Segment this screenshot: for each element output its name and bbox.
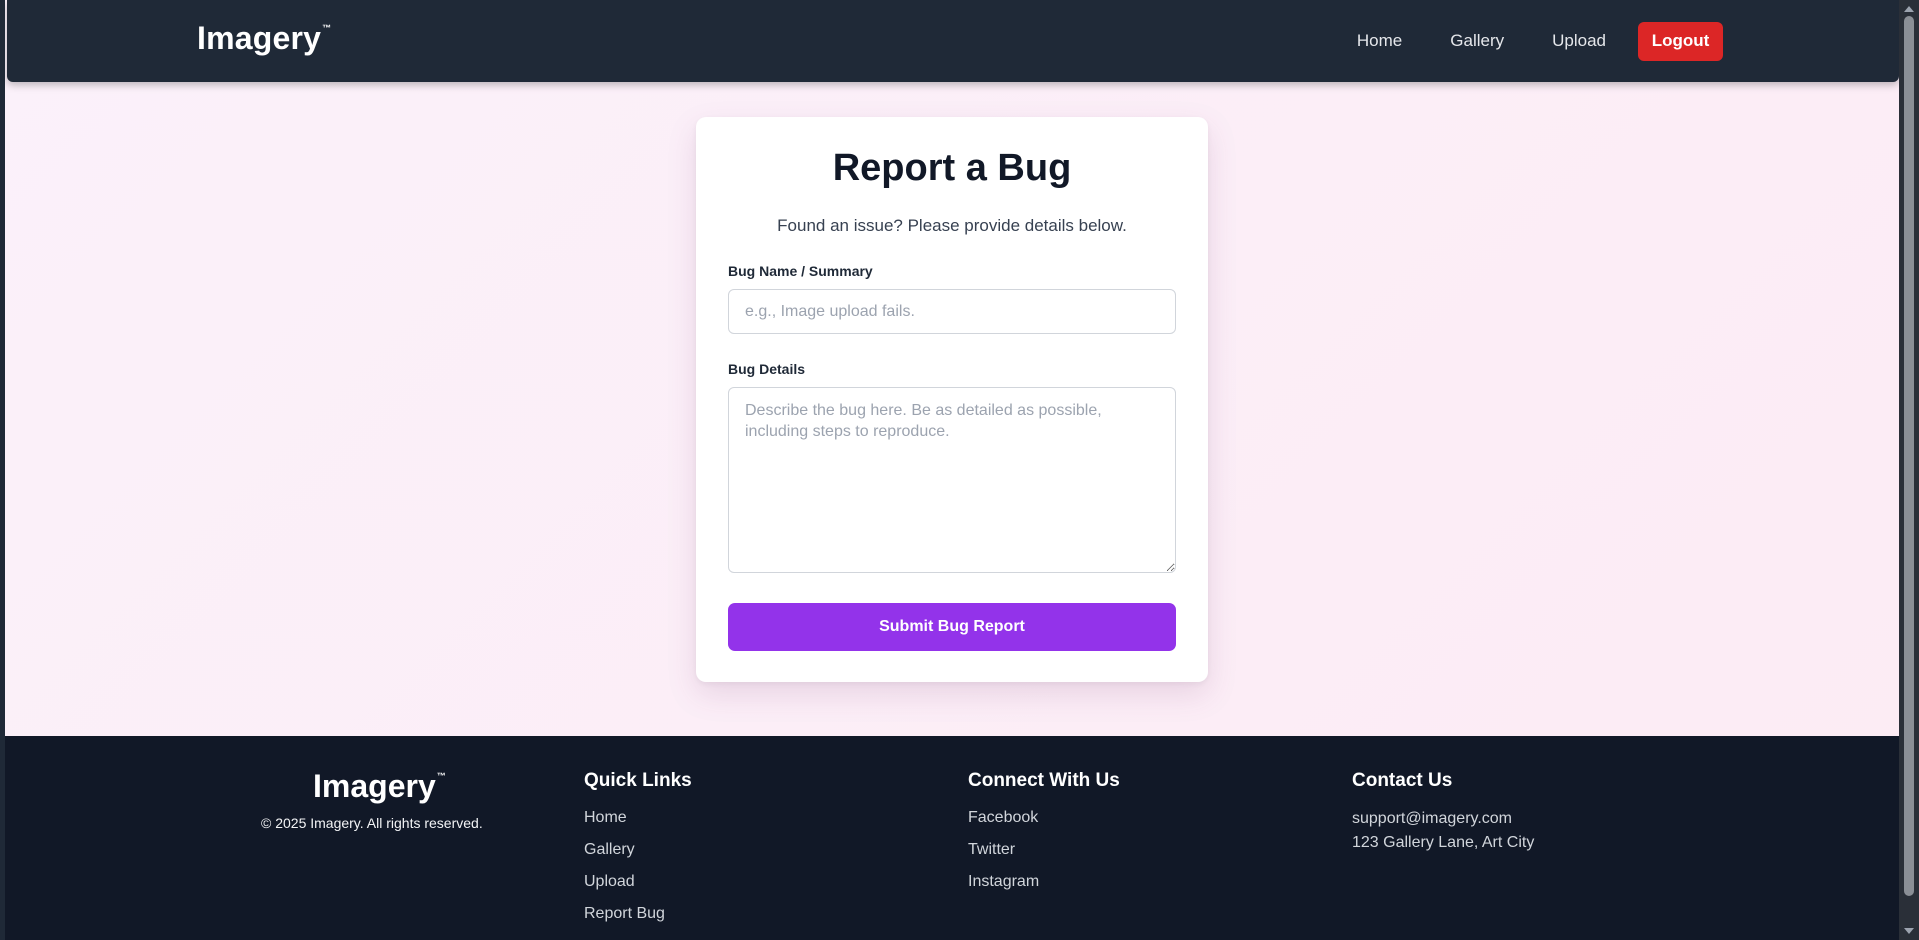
contact-heading: Contact Us: [1352, 770, 1453, 791]
footer-link-home[interactable]: Home: [584, 807, 692, 839]
footer-link-twitter[interactable]: Twitter: [968, 839, 1120, 871]
bug-details-textarea[interactable]: [728, 387, 1176, 573]
footer-link-gallery[interactable]: Gallery: [584, 839, 692, 871]
footer-brand-name: Imagery: [313, 768, 436, 804]
footer-link-report-bug[interactable]: Report Bug: [584, 903, 692, 935]
footer-brand-logo: Imagery™: [313, 768, 446, 805]
footer-quick-links: Quick Links Home Gallery Upload Report B…: [584, 770, 692, 935]
scroll-down-arrow-icon[interactable]: [1904, 928, 1914, 934]
top-navbar: Imagery™ Home Gallery Upload Logout: [7, 0, 1899, 82]
logout-button[interactable]: Logout: [1638, 21, 1723, 61]
nav-home-link[interactable]: Home: [1357, 21, 1402, 61]
bug-report-card: Report a Bug Found an issue? Please prov…: [696, 117, 1208, 682]
footer-copyright: © 2025 Imagery. All rights reserved.: [261, 815, 483, 831]
bug-details-label: Bug Details: [728, 361, 806, 377]
footer-link-facebook[interactable]: Facebook: [968, 807, 1120, 839]
page-scrollbar[interactable]: [1899, 0, 1919, 940]
footer-contact: Contact Us support@imagery.com 123 Galle…: [1352, 770, 1534, 855]
connect-heading: Connect With Us: [968, 770, 1120, 791]
footer-link-instagram[interactable]: Instagram: [968, 871, 1120, 903]
bug-name-input[interactable]: [728, 289, 1176, 334]
submit-bug-report-button[interactable]: Submit Bug Report: [728, 603, 1176, 651]
footer-connect: Connect With Us Facebook Twitter Instagr…: [968, 770, 1120, 903]
footer-brand-trademark: ™: [436, 771, 446, 782]
brand-logo[interactable]: Imagery™: [197, 20, 331, 57]
page-title: Report a Bug: [832, 147, 1072, 189]
scroll-up-arrow-icon[interactable]: [1904, 6, 1914, 12]
nav-upload-link[interactable]: Upload: [1552, 21, 1606, 61]
page: Imagery™ Home Gallery Upload Logout Repo…: [0, 0, 1919, 940]
footer-link-upload[interactable]: Upload: [584, 871, 692, 903]
form-subtitle: Found an issue? Please provide details b…: [777, 216, 1127, 235]
quick-links-heading: Quick Links: [584, 770, 692, 791]
site-footer: Imagery™ © 2025 Imagery. All rights rese…: [5, 736, 1899, 940]
bug-name-label: Bug Name / Summary: [728, 263, 873, 279]
contact-email: support@imagery.com: [1352, 810, 1512, 827]
brand-trademark: ™: [322, 23, 332, 34]
scroll-thumb[interactable]: [1904, 16, 1914, 896]
contact-address: 123 Gallery Lane, Art City: [1352, 834, 1535, 851]
nav-gallery-link[interactable]: Gallery: [1450, 21, 1504, 61]
brand-name: Imagery: [197, 20, 322, 56]
main-nav: Home Gallery Upload Logout: [1309, 21, 1723, 61]
